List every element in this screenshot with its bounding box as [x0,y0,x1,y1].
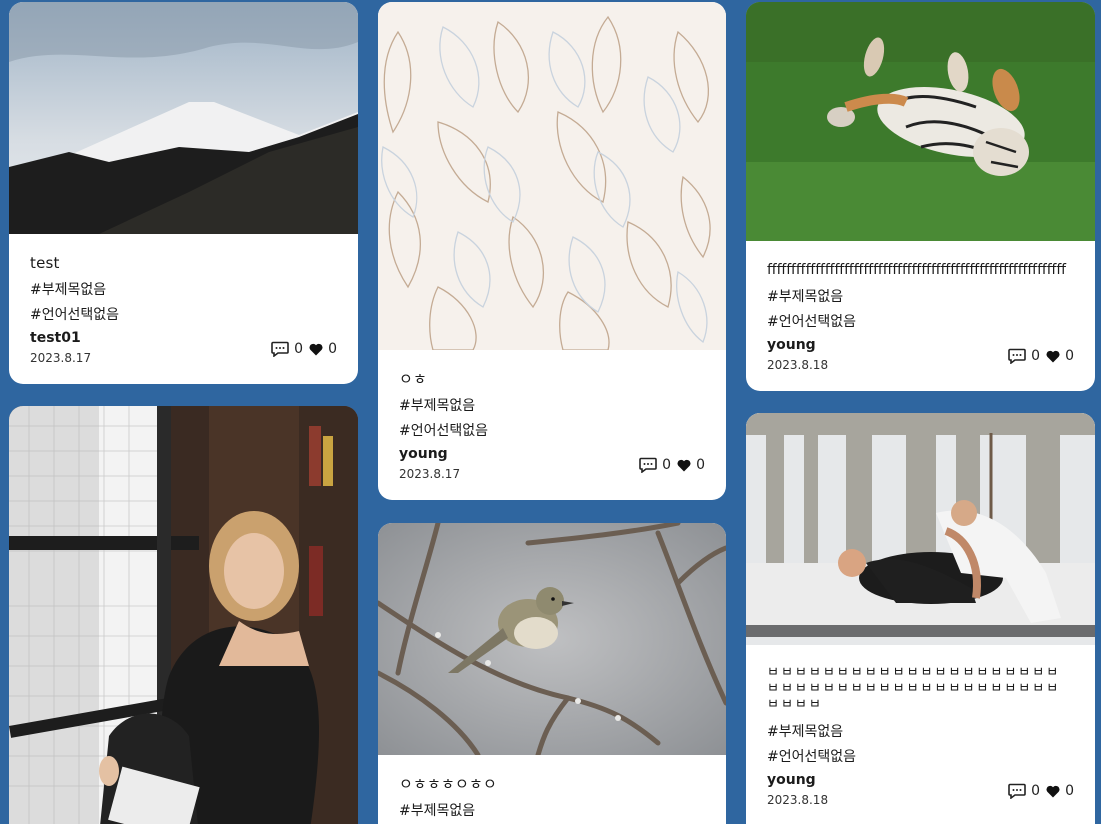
language-tag[interactable]: #언어선택없음 [399,419,705,444]
comment-count: 0 [662,457,672,473]
heart-icon[interactable] [309,343,323,356]
post-image-woman-reading-by-window[interactable] [9,406,358,824]
like-count: 0 [1065,348,1074,364]
post-title[interactable]: ffffffffffffffffffffffffffffffffffffffff… [767,261,1095,280]
post-board: test #부제목없음 #언어선택없음 test01 2023.8.17 0 0 [0,0,1101,824]
subject-tag[interactable]: #부제목없음 [767,285,1095,310]
post-date: 2023.8.17 [399,467,461,481]
comment-icon[interactable] [1008,348,1026,364]
post-card[interactable] [9,406,358,824]
language-tag[interactable]: #언어선택없음 [767,310,1095,335]
post-card[interactable]: ㅇㅎ #부제목없음 #언어선택없음 young 2023.8.17 0 0 [378,2,726,500]
comment-icon[interactable] [1008,783,1026,799]
post-image-leaf-pattern[interactable] [378,2,726,350]
post-title[interactable]: ㅂㅂㅂㅂㅂㅂㅂㅂㅂㅂㅂㅂㅂㅂㅂㅂㅂㅂㅂㅂㅂㅂㅂㅂㅂㅂㅂㅂㅂㅂㅂㅂㅂㅂㅂㅂㅂㅂㅂㅂ… [767,665,1074,713]
like-count: 0 [696,457,705,473]
language-tag[interactable]: #언어선택없음 [767,745,1074,770]
subject-tag[interactable]: #부제목없음 [399,394,705,419]
post-title[interactable]: ㅇㅎㅎㅎㅇㅎㅇ [399,775,705,794]
post-date: 2023.8.18 [767,358,829,372]
heart-icon[interactable] [677,459,691,472]
language-tag[interactable]: #언어선택없음 [30,303,337,328]
heart-icon[interactable] [1046,785,1060,798]
post-date: 2023.8.18 [767,793,829,807]
post-image-snowy-mountain[interactable] [9,2,358,234]
post-image-jiujitsu-under-bridge[interactable] [746,413,1095,645]
comment-count: 0 [294,341,304,357]
post-card[interactable]: ㅂㅂㅂㅂㅂㅂㅂㅂㅂㅂㅂㅂㅂㅂㅂㅂㅂㅂㅂㅂㅂㅂㅂㅂㅂㅂㅂㅂㅂㅂㅂㅂㅂㅂㅂㅂㅂㅂㅂㅂ… [746,413,1095,824]
post-title[interactable]: ㅇㅎ [399,370,705,389]
subject-tag[interactable]: #부제목없음 [30,278,337,303]
like-count: 0 [1065,783,1074,799]
post-date: 2023.8.17 [30,351,92,365]
comment-count: 0 [1031,348,1041,364]
post-card[interactable]: ㅇㅎㅎㅎㅇㅎㅇ #부제목없음 [378,523,726,824]
post-image-bird-on-branch[interactable] [378,523,726,755]
post-card[interactable]: test #부제목없음 #언어선택없음 test01 2023.8.17 0 0 [9,2,358,384]
subject-tag[interactable]: #부제목없음 [399,799,705,824]
post-card[interactable]: ffffffffffffffffffffffffffffffffffffffff… [746,2,1095,391]
heart-icon[interactable] [1046,350,1060,363]
comment-icon[interactable] [639,457,657,473]
comment-count: 0 [1031,783,1041,799]
comment-icon[interactable] [271,341,289,357]
post-image-tiger-on-grass[interactable] [746,2,1095,241]
subject-tag[interactable]: #부제목없음 [767,720,1074,745]
post-title[interactable]: test [30,254,337,273]
like-count: 0 [328,341,337,357]
